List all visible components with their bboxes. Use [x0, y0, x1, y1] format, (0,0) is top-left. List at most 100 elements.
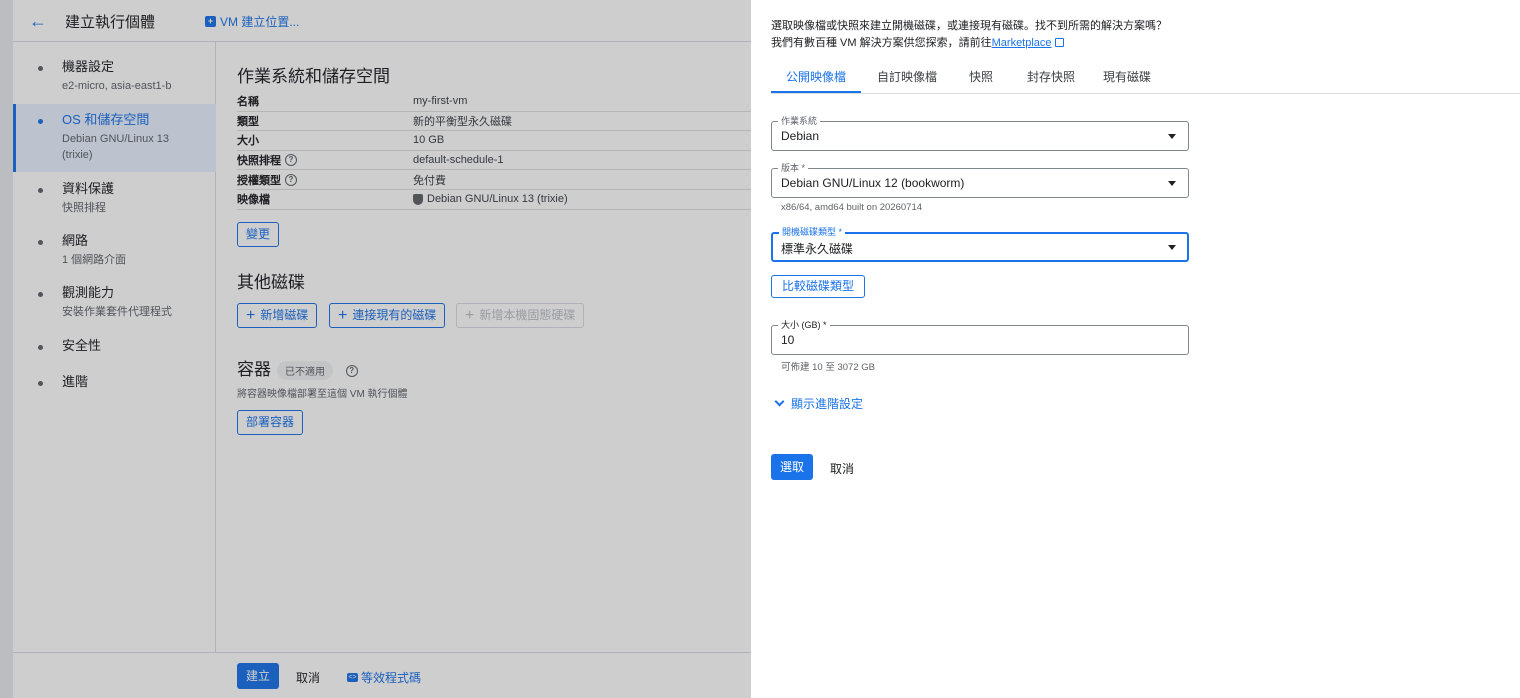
step-bullet — [38, 292, 43, 297]
help-circle-icon[interactable]: ? — [285, 173, 297, 186]
create-instance-page: ← 建立執行個體 + VM 建立位置... 機器設定 e2-micro, asi… — [0, 0, 751, 698]
version-select[interactable]: 版本 * Debian GNU/Linux 12 (bookworm) — [771, 162, 1189, 198]
step-title: OS 和儲存空間 — [62, 112, 150, 127]
table-row: 類型 新的平衡型永久磁碟 — [237, 112, 751, 132]
boot-disk-panel: 選取映像檔或快照來建立開機磁碟，或連接現有磁碟。找不到所需的解決方案嗎？ 我們有… — [751, 0, 1520, 698]
equivalent-code-link[interactable]: <> 等效程式碼 — [347, 669, 421, 686]
row-key: 大小 — [237, 135, 259, 148]
field-value: Debian GNU/Linux 12 (bookworm) — [781, 176, 965, 190]
field-value: 10 — [781, 333, 795, 347]
add-disk-button[interactable]: + 新增磁碟 — [237, 303, 318, 328]
code-icon: <> — [347, 673, 358, 682]
advanced-toggle-label: 顯示進階設定 — [791, 397, 864, 411]
arrow-left-icon[interactable]: ← — [27, 10, 49, 32]
operating-system-select[interactable]: 作業系統 Debian — [771, 115, 1189, 151]
containers-description: 將容器映像檔部署至這個 VM 執行個體 — [237, 389, 408, 400]
intro-line-2-text: 我們有數百種 VM 解決方案供您探索，請前往 — [771, 37, 992, 49]
page-title: 建立執行個體 — [65, 14, 156, 31]
step-title: 進階 — [62, 374, 89, 389]
intro-line-2: 我們有數百種 VM 解決方案供您探索，請前往Marketplace — [771, 35, 1167, 52]
external-link-icon — [1054, 38, 1064, 47]
row-key: 授權類型 ? — [237, 172, 413, 188]
help-circle-icon[interactable]: ? — [345, 364, 358, 377]
version-hint: x86/64, amd64 built on 20260714 — [781, 202, 923, 213]
step-subtitle: 1 個網路介面 — [62, 254, 127, 266]
caret-down-icon — [1168, 181, 1176, 186]
step-title: 觀測能力 — [62, 285, 115, 300]
marketplace-link[interactable]: Marketplace — [992, 37, 1052, 49]
change-boot-disk-button[interactable]: 變更 — [237, 222, 280, 247]
create-button[interactable]: 建立 — [237, 663, 279, 689]
status-badge: 已不適用 — [277, 361, 333, 381]
stepper-nav: 機器設定 e2-micro, asia-east1-b OS 和儲存空間 Deb… — [13, 42, 216, 652]
step-bullet — [38, 345, 43, 350]
footer-bar: 建立 取消 <> 等效程式碼 — [13, 652, 751, 698]
step-observability[interactable]: 觀測能力 安裝作業套件代理程式 — [13, 284, 216, 320]
step-subtitle: 快照排程 — [62, 202, 106, 214]
tab-snapshots[interactable]: 快照 — [955, 64, 1007, 93]
row-key: 類型 — [237, 115, 259, 128]
attach-existing-disk-button[interactable]: + 連接現有的磁碟 — [329, 303, 446, 328]
attach-existing-label: 連接現有的磁碟 — [352, 308, 437, 322]
cancel-button[interactable]: 取消 — [296, 669, 320, 686]
step-title: 安全性 — [62, 338, 102, 353]
plus-icon: + — [338, 306, 348, 324]
row-value: 10 GB — [413, 134, 445, 147]
step-subtitle: Debian GNU/Linux 13 (trixie) — [62, 133, 170, 161]
show-advanced-toggle[interactable]: 顯示進階設定 — [774, 395, 864, 412]
compare-disk-types-button[interactable]: 比較磁碟類型 — [771, 275, 866, 298]
step-data-protection[interactable]: 資料保護 快照排程 — [13, 180, 216, 216]
step-advanced[interactable]: 進階 — [13, 373, 216, 391]
tab-public-images[interactable]: 公開映像檔 — [771, 64, 861, 93]
row-value: my-first-vm — [413, 95, 468, 108]
plus-icon: + — [246, 306, 256, 324]
select-button[interactable]: 選取 — [771, 454, 813, 480]
table-row: 授權類型 ? 免付費 — [237, 170, 751, 190]
boot-disk-type-select[interactable]: 開機磁碟類型 * 標準永久磁碟 — [771, 226, 1189, 262]
step-bullet — [38, 119, 43, 124]
help-circle-icon[interactable]: ? — [285, 154, 297, 167]
add-local-ssd-label: 新增本機固態硬碟 — [479, 308, 576, 322]
field-label: 版本 * — [778, 162, 809, 174]
vm-location-label: VM 建立位置... — [220, 15, 300, 29]
step-subtitle: 安裝作業套件代理程式 — [62, 306, 172, 318]
intro-line-1: 選取映像檔或快照來建立開機磁碟，或連接現有磁碟。找不到所需的解決方案嗎？ — [771, 20, 1167, 32]
row-value: Debian GNU/Linux 13 (trixie) — [413, 193, 568, 205]
size-hint: 可佈建 10 至 3072 GB — [781, 362, 875, 373]
caret-down-icon — [1168, 134, 1176, 139]
step-security[interactable]: 安全性 — [13, 337, 216, 355]
table-row: 名稱 my-first-vm — [237, 92, 751, 112]
table-row: 映像檔 Debian GNU/Linux 13 (trixie) — [237, 190, 751, 210]
field-label: 大小 (GB) * — [778, 319, 830, 331]
field-value: Debian — [781, 129, 820, 143]
plus-icon: + — [465, 306, 475, 324]
tab-custom-images[interactable]: 自訂映像檔 — [867, 64, 947, 93]
table-row: 快照排程 ? default-schedule-1 — [237, 151, 751, 171]
step-bullet — [38, 240, 43, 245]
add-box-icon: + — [205, 16, 216, 27]
row-key-label: 授權類型 — [237, 174, 281, 187]
step-os-storage[interactable]: OS 和儲存空間 Debian GNU/Linux 13 (trixie) — [13, 104, 216, 172]
containers-title: 容器 — [237, 360, 271, 379]
add-local-ssd-button: + 新增本機固態硬碟 — [456, 303, 585, 328]
step-bullet — [38, 188, 43, 193]
step-title: 機器設定 — [62, 59, 115, 74]
table-row: 大小 10 GB — [237, 131, 751, 151]
add-disk-label: 新增磁碟 — [260, 308, 309, 322]
chevron-down-icon — [774, 396, 785, 407]
containers-heading: 容器 已不適用 ? — [237, 355, 358, 381]
step-machine-config[interactable]: 機器設定 e2-micro, asia-east1-b — [13, 58, 216, 94]
tab-archive-snapshots[interactable]: 封存快照 — [1015, 64, 1087, 93]
panel-intro: 選取映像檔或快照來建立開機磁碟，或連接現有磁碟。找不到所需的解決方案嗎？ 我們有… — [771, 18, 1167, 52]
deploy-container-button[interactable]: 部署容器 — [237, 410, 304, 435]
shield-icon — [413, 193, 423, 205]
step-networking[interactable]: 網路 1 個網路介面 — [13, 232, 216, 268]
panel-cancel-button[interactable]: 取消 — [830, 460, 854, 477]
os-storage-heading: 作業系統和儲存空間 — [237, 67, 390, 86]
disk-size-input[interactable]: 大小 (GB) * 10 — [771, 319, 1189, 355]
field-label: 作業系統 — [778, 115, 821, 127]
vm-location-link[interactable]: + VM 建立位置... — [205, 13, 299, 30]
os-storage-table: 名稱 my-first-vm 類型 新的平衡型永久磁碟 大小 10 GB 快照排… — [237, 92, 751, 210]
tab-existing-disks[interactable]: 現有磁碟 — [1094, 64, 1160, 93]
caret-down-icon — [1168, 245, 1176, 250]
